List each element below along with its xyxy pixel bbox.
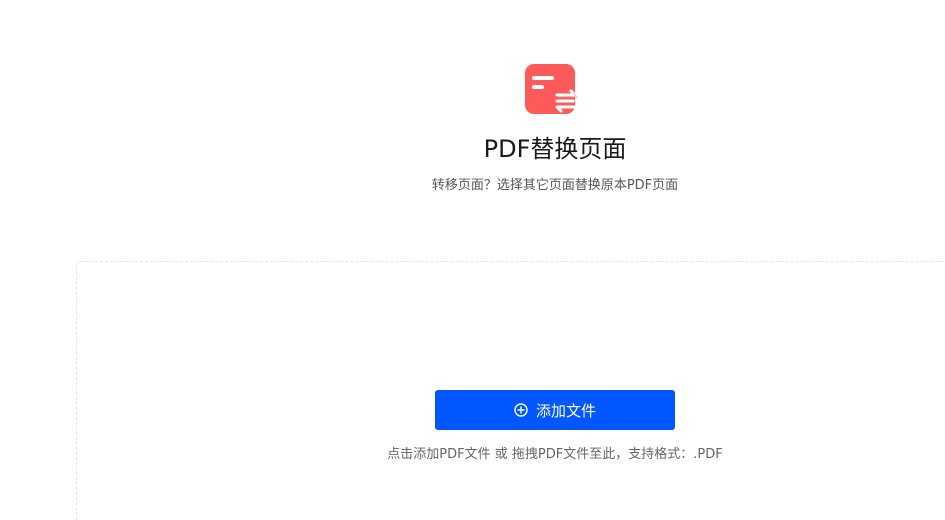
upload-hint: 点击添加PDF文件 或 拖拽PDF文件至此，支持格式：.PDF bbox=[387, 447, 723, 462]
add-file-button[interactable]: 添加文件 bbox=[435, 390, 675, 430]
page-subtitle: 转移页面？选择其它页面替换原本PDF页面 bbox=[431, 178, 679, 193]
page-title: PDF替换页面 bbox=[483, 135, 627, 163]
plus-circle-icon bbox=[514, 403, 528, 417]
replace-pages-icon bbox=[525, 64, 579, 116]
pdf-replace-page: PDF替换页面 转移页面？选择其它页面替换原本PDF页面 添加文件 点击添加PD… bbox=[0, 0, 945, 520]
add-file-button-label: 添加文件 bbox=[535, 401, 596, 420]
